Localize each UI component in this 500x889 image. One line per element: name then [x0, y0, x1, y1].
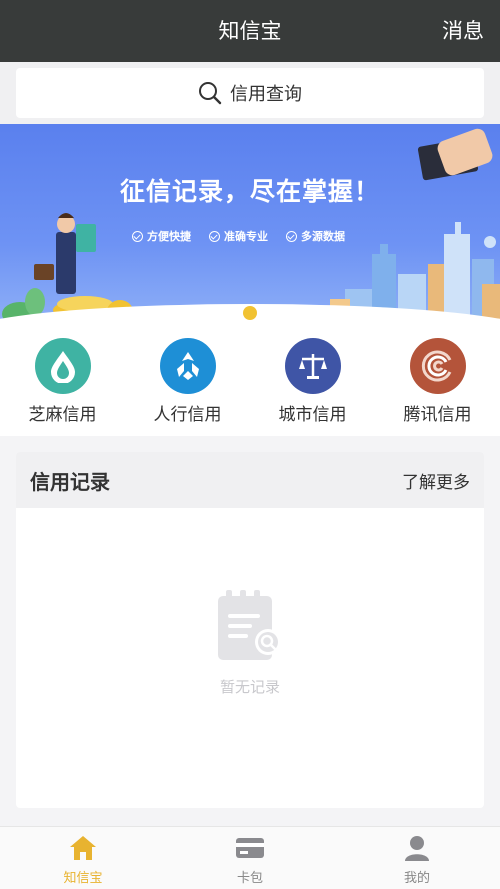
feature-label: 多源数据: [301, 230, 345, 243]
banner-headline: 征信记录，尽在掌握！: [119, 177, 380, 206]
credit-query-search-bar[interactable]: 信用查询: [16, 68, 484, 118]
tab-label: 我的: [403, 871, 430, 886]
empty-document-icon: [218, 590, 281, 660]
shortcut-label: 腾讯信用: [403, 405, 472, 425]
messages-button[interactable]: 消息: [442, 0, 484, 62]
tab-mine[interactable]: 我的: [367, 835, 467, 886]
check-circle-icon: [132, 230, 143, 242]
search-icon: [199, 82, 222, 105]
top-bar: 知信宝 消息: [0, 0, 500, 62]
check-circle-icon: [209, 230, 220, 242]
empty-state-text: 暂无记录: [219, 678, 280, 696]
tab-label: 知信宝: [63, 871, 103, 886]
shortcut-label: 城市信用: [278, 405, 347, 425]
card-icon: [236, 838, 264, 858]
records-header: 信用记录 了解更多: [16, 452, 484, 508]
feature-item: 方便快捷: [132, 228, 191, 244]
bank-emblem-icon: [159, 338, 216, 394]
shortcut-label: 人行信用: [153, 405, 222, 425]
credit-shortcuts: 芝麻信用 人行信用 城市信用 腾讯信用: [0, 326, 500, 436]
tab-home[interactable]: 知信宝: [33, 835, 133, 886]
sesame-drop-icon: [34, 338, 91, 394]
feature-item: 多源数据: [286, 228, 345, 244]
feature-item: 准确专业: [209, 228, 268, 244]
cityscape-illustration: [2, 128, 500, 326]
user-icon: [405, 836, 429, 861]
tencent-credit-icon: [409, 338, 466, 394]
credit-records-card: 信用记录 了解更多 暂无记录: [16, 452, 484, 808]
promo-banner[interactable]: 征信记录，尽在掌握！ 方便快捷 准确专业 多源数据: [0, 124, 500, 326]
search-area: 信用查询: [0, 62, 500, 124]
records-title: 信用记录: [30, 469, 110, 494]
check-circle-icon: [286, 230, 297, 242]
shortcut-tencent-credit[interactable]: 腾讯信用: [375, 338, 500, 425]
tab-label: 卡包: [236, 871, 263, 886]
shortcut-sesame-credit[interactable]: 芝麻信用: [0, 338, 125, 425]
scales-icon: [284, 338, 341, 394]
shortcut-city-credit[interactable]: 城市信用: [250, 338, 375, 425]
empty-state: 暂无记录: [16, 588, 484, 697]
search-label: 信用查询: [230, 84, 302, 105]
shortcut-label: 芝麻信用: [28, 405, 97, 425]
banner-features: 方便快捷 准确专业 多源数据: [132, 228, 345, 244]
learn-more-link[interactable]: 了解更多: [402, 468, 470, 493]
shortcut-pboc-credit[interactable]: 人行信用: [125, 338, 250, 425]
feature-label: 方便快捷: [147, 230, 191, 243]
tab-card-wallet[interactable]: 卡包: [200, 835, 300, 886]
home-icon: [70, 836, 96, 860]
carousel-indicator[interactable]: [243, 306, 257, 320]
feature-label: 准确专业: [224, 230, 268, 243]
app-title: 知信宝: [218, 19, 282, 43]
bottom-tab-bar: 知信宝 卡包 我的: [0, 826, 500, 889]
